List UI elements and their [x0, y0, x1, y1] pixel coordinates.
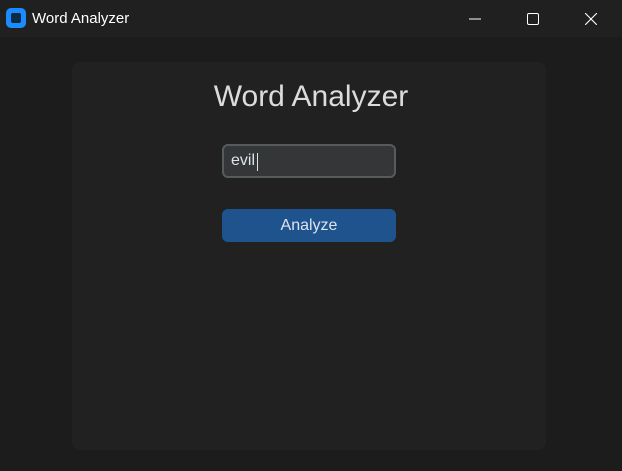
maximize-button[interactable]: [504, 0, 562, 37]
window-title: Word Analyzer: [32, 10, 130, 27]
text-caret: [257, 153, 258, 171]
app-icon: [6, 8, 26, 28]
maximize-icon: [527, 12, 539, 25]
minimize-icon: [469, 18, 481, 19]
page-title: Word Analyzer: [213, 80, 409, 113]
title-bar[interactable]: Word Analyzer: [0, 0, 622, 37]
app-icon-inner: [11, 13, 21, 23]
minimize-button[interactable]: [446, 0, 504, 37]
word-input[interactable]: [224, 147, 381, 175]
analyze-button[interactable]: Analyze: [222, 209, 396, 242]
close-button[interactable]: [562, 0, 620, 37]
word-input-field[interactable]: [222, 144, 396, 178]
main-panel: [72, 62, 546, 450]
app-window: Word Analyzer Word Analyzer Analyze: [0, 0, 622, 471]
close-icon: [585, 12, 597, 25]
